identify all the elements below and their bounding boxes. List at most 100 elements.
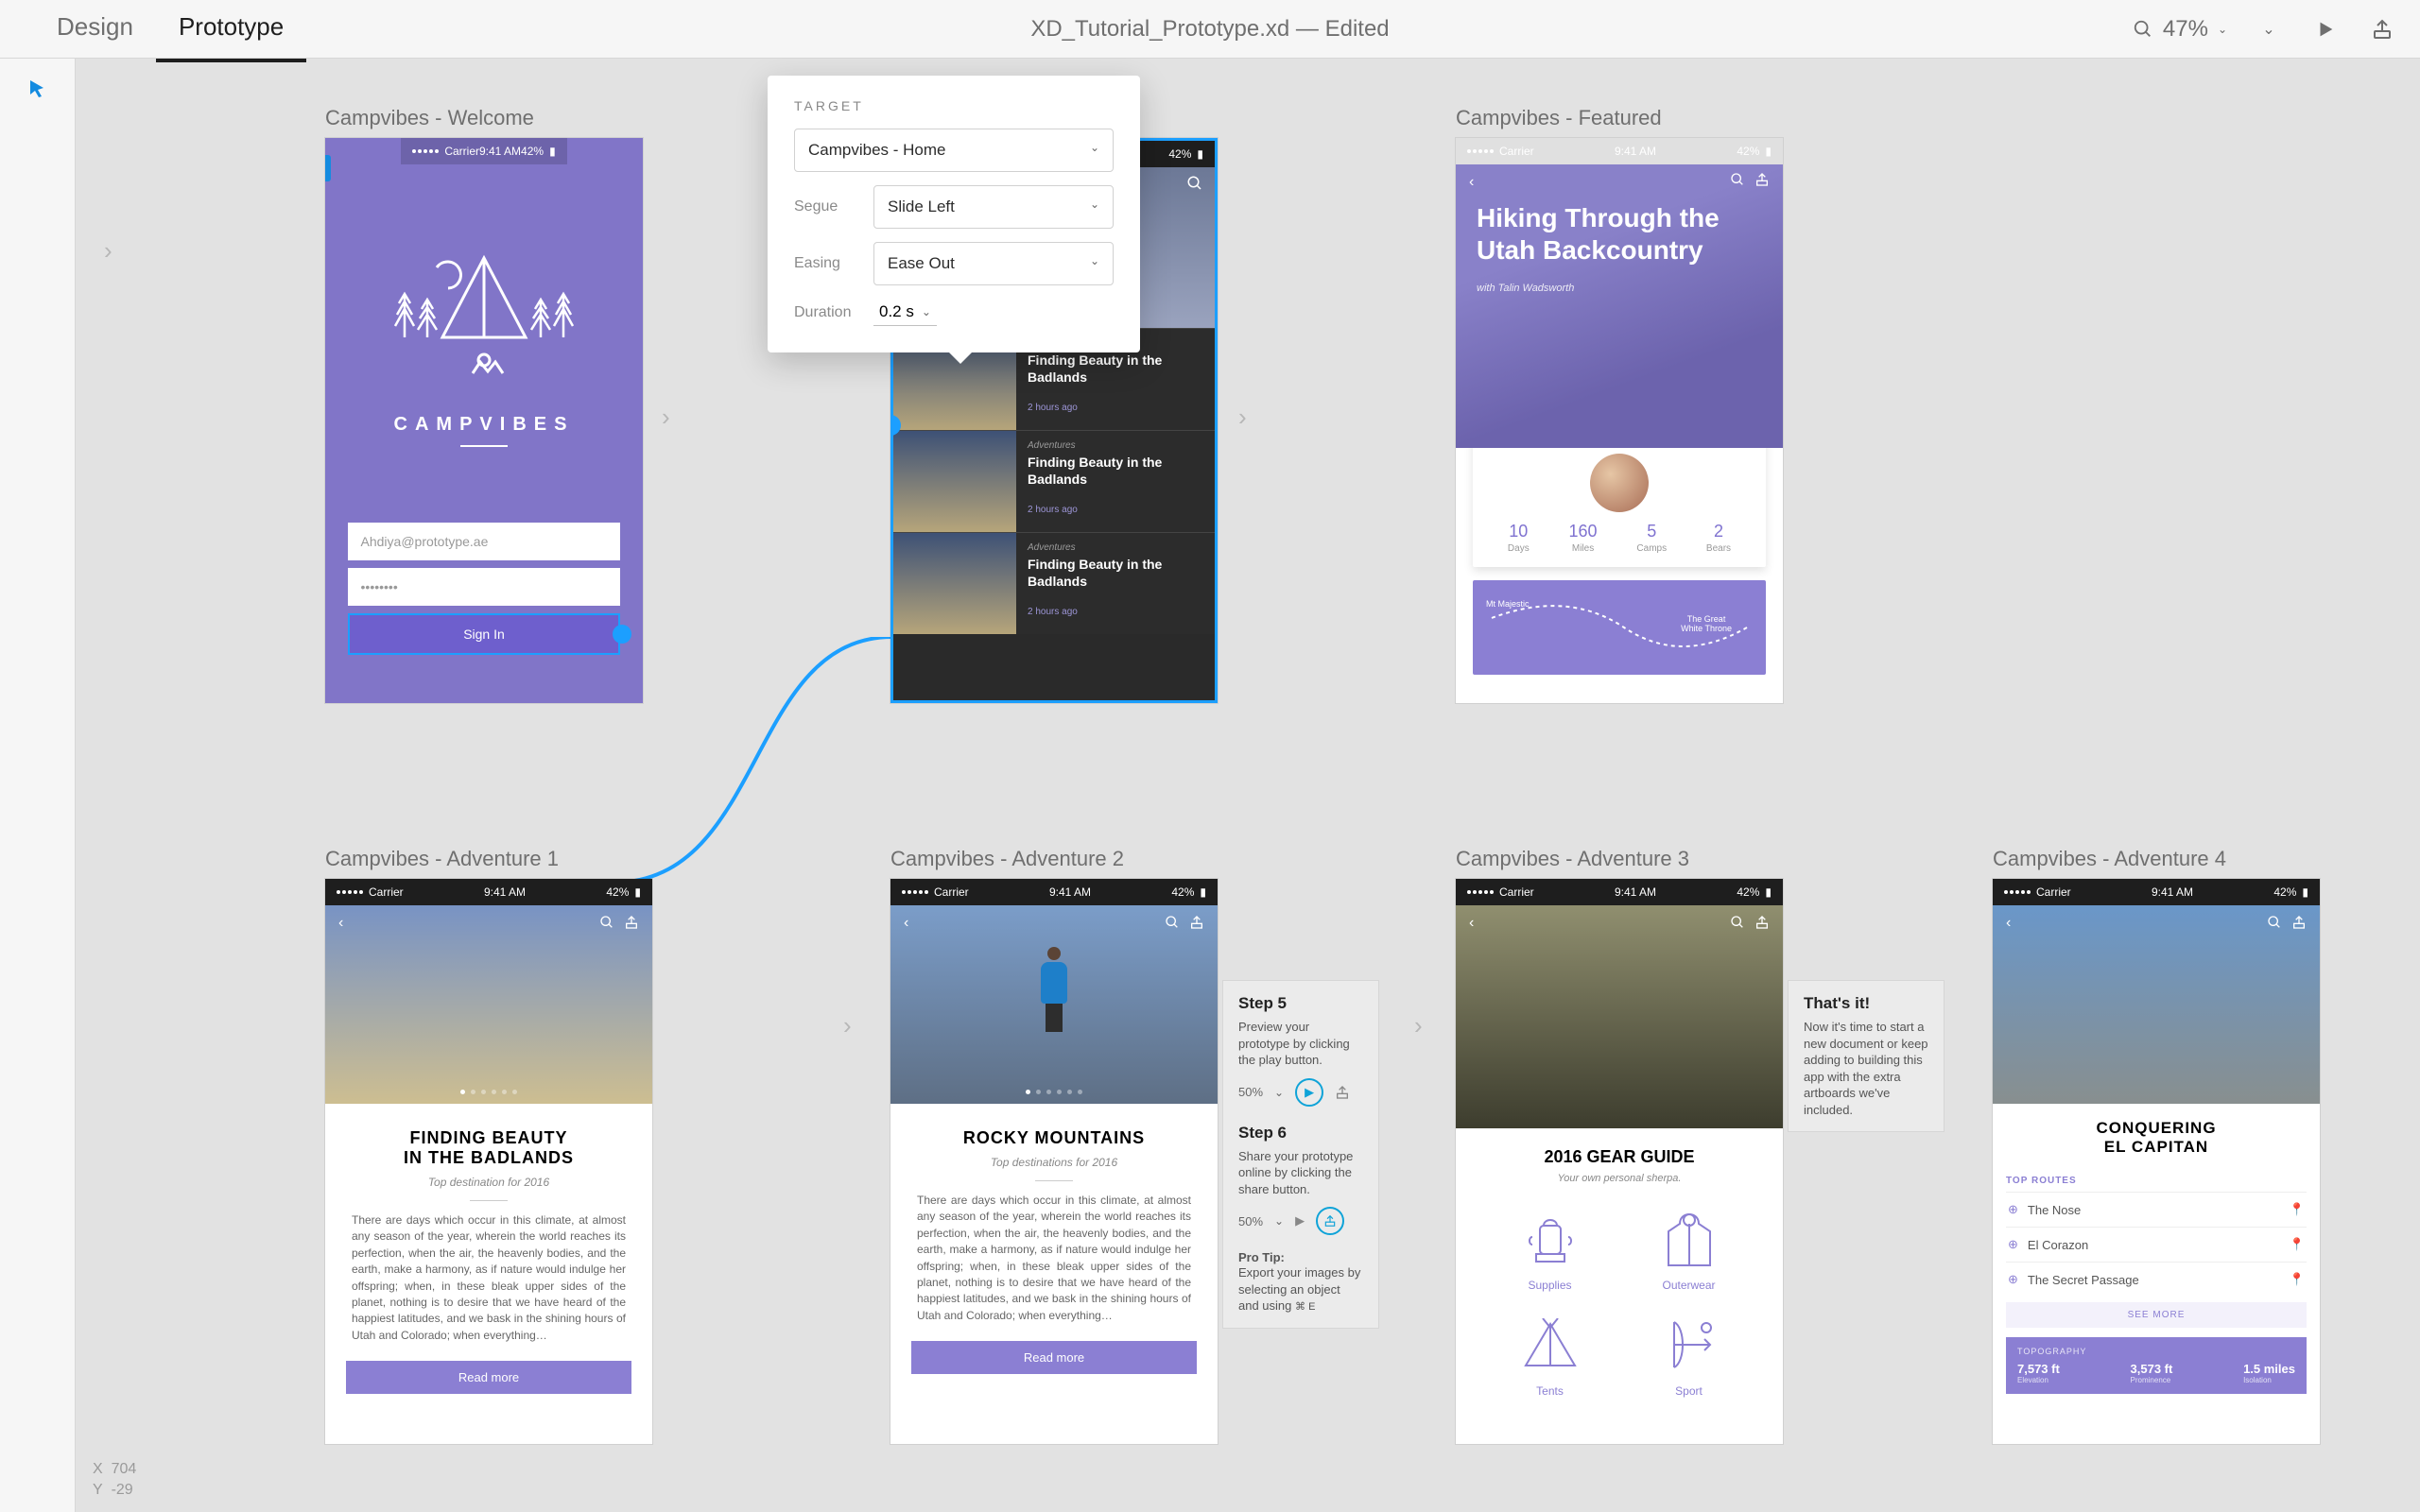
select-tool[interactable] bbox=[0, 59, 75, 119]
email-field[interactable]: Ahdiya@prototype.ae bbox=[348, 523, 621, 560]
back-icon: ‹ bbox=[1469, 915, 1474, 932]
artboard-adventure-2[interactable]: Carrier 9:41 AM 42%▮ ‹ ROCKY MOUNTAINS bbox=[890, 879, 1218, 1444]
share-icon bbox=[1754, 915, 1770, 930]
play-icon: ▶ bbox=[1295, 1213, 1305, 1228]
see-more-button[interactable]: SEE MORE bbox=[2006, 1302, 2307, 1328]
pin-icon: 📍 bbox=[2290, 1237, 2305, 1252]
prototype-wire bbox=[605, 637, 908, 883]
chevron-down-icon[interactable]: ⌄ bbox=[2254, 14, 2284, 44]
artboard-label[interactable]: Campvibes - Adventure 2 bbox=[890, 847, 1218, 871]
wire-out-handle[interactable] bbox=[613, 625, 631, 644]
article-subtitle: Top destinations for 2016 bbox=[890, 1156, 1218, 1169]
search-icon bbox=[2133, 19, 2153, 40]
artboard-adventure-4[interactable]: Carrier 9:41 AM 42%▮ ‹ CONQUERING EL CAP… bbox=[1993, 879, 2320, 1444]
topography-card: TOPOGRAPHY 7,573 ftElevation 3,573 ftPro… bbox=[2006, 1337, 2307, 1394]
share-icon bbox=[1316, 1207, 1344, 1235]
article-title-2: IN THE BADLANDS bbox=[325, 1148, 652, 1168]
top-right-controls: 47% ⌄ ⌄ bbox=[2133, 14, 2397, 44]
artboard-nav-chevron[interactable]: › bbox=[843, 1011, 852, 1040]
duration-select[interactable]: 0.2 s⌄ bbox=[873, 299, 937, 326]
read-more-button[interactable]: Read more bbox=[346, 1361, 631, 1394]
share-icon bbox=[1335, 1085, 1350, 1100]
plus-icon: ⊕ bbox=[2008, 1272, 2018, 1287]
plus-icon: ⊕ bbox=[2008, 1202, 2018, 1217]
canvas[interactable]: › › › › › Campvibes - Welcome Carrier 9:… bbox=[76, 59, 2420, 1512]
article-hero: ‹ bbox=[325, 905, 652, 1104]
signin-button[interactable]: Sign In bbox=[348, 613, 621, 655]
chevron-down-icon: ⌄ bbox=[2218, 23, 2227, 36]
artboard-welcome[interactable]: Carrier 9:41 AM 42%▮ bbox=[325, 138, 643, 703]
home-artboard-badge[interactable] bbox=[325, 155, 331, 181]
play-button[interactable] bbox=[2310, 14, 2341, 44]
artboard-featured[interactable]: Carrier 9:41 AM 42%▮ ‹ Hiking Through th… bbox=[1456, 138, 1783, 703]
route-row[interactable]: ⊕The Secret Passage📍 bbox=[2006, 1262, 2307, 1297]
routes-title-2: EL CAPITAN bbox=[1993, 1138, 2320, 1157]
artboard-nav-chevron[interactable]: › bbox=[1414, 1011, 1423, 1040]
tab-prototype[interactable]: Prototype bbox=[156, 0, 306, 62]
featured-heading: Hiking Through the Utah Backcountry bbox=[1477, 202, 1762, 266]
routes-section-label: TOP ROUTES bbox=[2006, 1170, 2307, 1192]
gear-title: 2016 GEAR GUIDE bbox=[1456, 1147, 1783, 1167]
routes-title-1: CONQUERING bbox=[1993, 1119, 2320, 1138]
segue-select[interactable]: Slide Left⌄ bbox=[873, 185, 1114, 229]
gear-subtitle: Your own personal sherpa. bbox=[1456, 1173, 1783, 1184]
article-body: There are days which occur in this clima… bbox=[890, 1193, 1218, 1324]
share-icon bbox=[1754, 172, 1770, 187]
easing-select[interactable]: Ease Out⌄ bbox=[873, 242, 1114, 285]
read-more-button[interactable]: Read more bbox=[911, 1341, 1197, 1374]
zoom-value: 47% bbox=[2163, 16, 2208, 43]
status-bar: Carrier 9:41 AM 42%▮ bbox=[1993, 879, 2320, 905]
back-icon: ‹ bbox=[904, 915, 908, 932]
search-icon bbox=[2267, 915, 2282, 930]
search-icon bbox=[1186, 175, 1203, 192]
chevron-down-icon: ⌄ bbox=[1090, 141, 1099, 160]
chevron-down-icon: ⌄ bbox=[1090, 198, 1099, 216]
featured-hero: ‹ Hiking Through the Utah Backcountry wi… bbox=[1456, 164, 1783, 448]
signin-form: Ahdiya@prototype.ae •••••••• Sign In bbox=[348, 523, 621, 655]
article-title: ROCKY MOUNTAINS bbox=[890, 1128, 1218, 1148]
status-bar: Carrier 9:41 AM 42%▮ bbox=[401, 138, 566, 164]
artboard-nav-chevron[interactable]: › bbox=[1238, 403, 1247, 432]
back-icon: ‹ bbox=[2006, 915, 2011, 932]
share-button[interactable] bbox=[2367, 14, 2397, 44]
artboard-label[interactable]: Campvibes - Adventure 3 bbox=[1456, 847, 1783, 871]
pin-icon: 📍 bbox=[2290, 1272, 2305, 1287]
status-bar: Carrier 9:41 AM 42%▮ bbox=[1456, 879, 1783, 905]
article-hero: ‹ bbox=[890, 905, 1218, 1104]
zoom-control[interactable]: 47% ⌄ bbox=[2133, 16, 2227, 43]
easing-label: Easing bbox=[794, 255, 873, 272]
password-field[interactable]: •••••••• bbox=[348, 568, 621, 606]
prototype-popover[interactable]: TARGET Campvibes - Home⌄ SegueSlide Left… bbox=[768, 76, 1140, 352]
status-bar: Carrier 9:41 AM 42%▮ bbox=[1456, 138, 1783, 164]
status-bar: Carrier 9:41 AM 42%▮ bbox=[890, 879, 1218, 905]
map-preview: Mt Majestic The Great White Throne bbox=[1473, 580, 1766, 675]
artboard-label[interactable]: Campvibes - Adventure 4 bbox=[1993, 847, 2320, 871]
back-icon: ‹ bbox=[338, 915, 343, 932]
artboard-nav-chevron[interactable]: › bbox=[662, 403, 670, 432]
tool-rail bbox=[0, 59, 76, 1512]
segue-label: Segue bbox=[794, 198, 873, 215]
gear-hero: ‹ bbox=[1456, 905, 1783, 1128]
logo-illustration bbox=[371, 215, 597, 404]
artboard-adventure-3[interactable]: Carrier 9:41 AM 42%▮ ‹ 2016 GEAR GUIDE Y… bbox=[1456, 879, 1783, 1444]
tab-design[interactable]: Design bbox=[34, 0, 156, 62]
article-body: There are days which occur in this clima… bbox=[325, 1212, 652, 1344]
back-icon: ‹ bbox=[1469, 174, 1474, 191]
chevron-down-icon: ⌄ bbox=[922, 305, 931, 318]
popover-heading: TARGET bbox=[794, 98, 1114, 113]
route-row[interactable]: ⊕El Corazon📍 bbox=[2006, 1227, 2307, 1262]
target-select[interactable]: Campvibes - Home⌄ bbox=[794, 129, 1114, 172]
artboard-label[interactable]: Campvibes - Featured bbox=[1456, 106, 1783, 130]
search-icon bbox=[599, 915, 614, 930]
artboard-nav-chevron[interactable]: › bbox=[104, 236, 112, 266]
status-bar: Carrier 9:41 AM 42%▮ bbox=[325, 879, 652, 905]
hiker-figure bbox=[1034, 947, 1074, 1032]
artboard-adventure-1[interactable]: Carrier 9:41 AM 42%▮ ‹ FINDING BEAUTY IN… bbox=[325, 879, 652, 1444]
artboard-label[interactable]: Campvibes - Welcome bbox=[325, 106, 643, 130]
artboard-label[interactable]: Campvibes - Adventure 1 bbox=[325, 847, 652, 871]
jacket-icon bbox=[1623, 1203, 1754, 1275]
share-icon bbox=[1189, 915, 1204, 930]
duration-label: Duration bbox=[794, 304, 873, 321]
plus-icon: ⊕ bbox=[2008, 1237, 2018, 1252]
route-row[interactable]: ⊕The Nose📍 bbox=[2006, 1192, 2307, 1227]
